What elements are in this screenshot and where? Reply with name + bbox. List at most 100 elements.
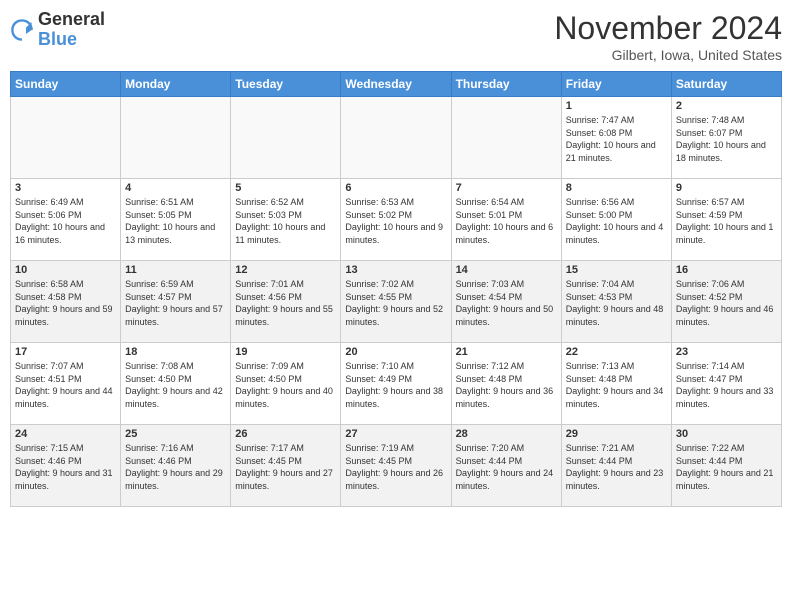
day-number: 26 [235, 428, 336, 440]
table-row: 28 Sunrise: 7:20 AM Sunset: 4:44 PM Dayli… [451, 425, 561, 507]
day-number: 19 [235, 346, 336, 358]
day-number: 15 [566, 264, 667, 276]
day-info: Sunrise: 7:13 AM Sunset: 4:48 PM Dayligh… [566, 360, 667, 410]
day-number: 22 [566, 346, 667, 358]
day-info: Sunrise: 7:03 AM Sunset: 4:54 PM Dayligh… [456, 278, 557, 328]
table-row: 2 Sunrise: 7:48 AM Sunset: 6:07 PM Daylig… [671, 97, 781, 179]
day-info: Sunrise: 7:17 AM Sunset: 4:45 PM Dayligh… [235, 442, 336, 492]
day-info: Sunrise: 7:10 AM Sunset: 4:49 PM Dayligh… [345, 360, 446, 410]
table-row: 23Sunrise: 7:14 AM Sunset: 4:47 PM Dayli… [671, 343, 781, 425]
table-row: 7 Sunrise: 6:54 AM Sunset: 5:01 PM Daylig… [451, 179, 561, 261]
day-number: 13 [345, 264, 446, 276]
col-sunday: Sunday [11, 72, 121, 97]
table-row [121, 97, 231, 179]
table-row: 20 Sunrise: 7:10 AM Sunset: 4:49 PM Dayli… [341, 343, 451, 425]
logo-icon [10, 18, 34, 42]
day-info: Sunrise: 7:21 AM Sunset: 4:44 PM Dayligh… [566, 442, 667, 492]
day-number: 6 [345, 182, 446, 194]
table-row: 8Sunrise: 6:56 AM Sunset: 5:00 PM Daylig… [561, 179, 671, 261]
day-info: Sunrise: 7:22 AM Sunset: 4:44 PM Dayligh… [676, 442, 777, 492]
table-row: 29 Sunrise: 7:21 AM Sunset: 4:44 PM Dayli… [561, 425, 671, 507]
day-info: Sunrise: 7:15 AM Sunset: 4:46 PM Dayligh… [15, 442, 116, 492]
table-row: 17Sunrise: 7:07 AM Sunset: 4:51 PM Dayli… [11, 343, 121, 425]
table-row: 13Sunrise: 7:02 AM Sunset: 4:55 PM Dayli… [341, 261, 451, 343]
day-number: 24 [15, 428, 116, 440]
table-row: 18Sunrise: 7:08 AM Sunset: 4:50 PM Dayli… [121, 343, 231, 425]
col-friday: Friday [561, 72, 671, 97]
table-row: 19 Sunrise: 7:09 AM Sunset: 4:50 PM Dayli… [231, 343, 341, 425]
day-info: Sunrise: 6:58 AM Sunset: 4:58 PM Dayligh… [15, 278, 116, 328]
day-info: Sunrise: 6:59 AM Sunset: 4:57 PM Dayligh… [125, 278, 226, 328]
page-header: General Blue November 2024 Gilbert, Iowa… [10, 10, 782, 63]
day-number: 20 [345, 346, 446, 358]
day-number: 1 [566, 100, 667, 112]
table-row: 6 Sunrise: 6:53 AM Sunset: 5:02 PM Daylig… [341, 179, 451, 261]
table-row: 30 Sunrise: 7:22 AM Sunset: 4:44 PM Dayli… [671, 425, 781, 507]
day-info: Sunrise: 6:56 AM Sunset: 5:00 PM Dayligh… [566, 196, 667, 246]
day-number: 30 [676, 428, 777, 440]
day-info: Sunrise: 7:04 AM Sunset: 4:53 PM Dayligh… [566, 278, 667, 328]
day-info: Sunrise: 7:06 AM Sunset: 4:52 PM Dayligh… [676, 278, 777, 328]
day-info: Sunrise: 7:14 AM Sunset: 4:47 PM Dayligh… [676, 360, 777, 410]
table-row: 4Sunrise: 6:51 AM Sunset: 5:05 PM Daylig… [121, 179, 231, 261]
day-number: 28 [456, 428, 557, 440]
day-info: Sunrise: 6:49 AM Sunset: 5:06 PM Dayligh… [15, 196, 116, 246]
col-tuesday: Tuesday [231, 72, 341, 97]
table-row: 27 Sunrise: 7:19 AM Sunset: 4:45 PM Dayli… [341, 425, 451, 507]
day-number: 27 [345, 428, 446, 440]
day-number: 14 [456, 264, 557, 276]
day-info: Sunrise: 7:09 AM Sunset: 4:50 PM Dayligh… [235, 360, 336, 410]
day-info: Sunrise: 7:47 AM Sunset: 6:08 PM Dayligh… [566, 114, 667, 164]
day-info: Sunrise: 6:57 AM Sunset: 4:59 PM Dayligh… [676, 196, 777, 246]
table-row [231, 97, 341, 179]
page-container: General Blue November 2024 Gilbert, Iowa… [0, 0, 792, 612]
day-info: Sunrise: 7:12 AM Sunset: 4:48 PM Dayligh… [456, 360, 557, 410]
table-row: 12Sunrise: 7:01 AM Sunset: 4:56 PM Dayli… [231, 261, 341, 343]
calendar-week-row: 3 Sunrise: 6:49 AM Sunset: 5:06 PM Daylig… [11, 179, 782, 261]
table-row: 22 Sunrise: 7:13 AM Sunset: 4:48 PM Dayli… [561, 343, 671, 425]
day-info: Sunrise: 6:51 AM Sunset: 5:05 PM Dayligh… [125, 196, 226, 246]
logo-line2: Blue [38, 30, 105, 50]
calendar-week-row: 10Sunrise: 6:58 AM Sunset: 4:58 PM Dayli… [11, 261, 782, 343]
table-row: 3 Sunrise: 6:49 AM Sunset: 5:06 PM Daylig… [11, 179, 121, 261]
day-info: Sunrise: 6:54 AM Sunset: 5:01 PM Dayligh… [456, 196, 557, 246]
day-info: Sunrise: 7:19 AM Sunset: 4:45 PM Dayligh… [345, 442, 446, 492]
logo-text: General Blue [38, 10, 105, 50]
calendar-week-row: 1 Sunrise: 7:47 AM Sunset: 6:08 PM Daylig… [11, 97, 782, 179]
table-row [451, 97, 561, 179]
day-number: 12 [235, 264, 336, 276]
day-number: 5 [235, 182, 336, 194]
day-info: Sunrise: 7:48 AM Sunset: 6:07 PM Dayligh… [676, 114, 777, 164]
title-block: November 2024 Gilbert, Iowa, United Stat… [554, 10, 782, 63]
day-info: Sunrise: 6:53 AM Sunset: 5:02 PM Dayligh… [345, 196, 446, 246]
day-number: 7 [456, 182, 557, 194]
day-number: 16 [676, 264, 777, 276]
logo: General Blue [10, 10, 105, 50]
table-row: 25Sunrise: 7:16 AM Sunset: 4:46 PM Dayli… [121, 425, 231, 507]
col-saturday: Saturday [671, 72, 781, 97]
table-row: 11 Sunrise: 6:59 AM Sunset: 4:57 PM Dayli… [121, 261, 231, 343]
day-info: Sunrise: 7:08 AM Sunset: 4:50 PM Dayligh… [125, 360, 226, 410]
table-row: 24 Sunrise: 7:15 AM Sunset: 4:46 PM Dayli… [11, 425, 121, 507]
calendar-header-row: Sunday Monday Tuesday Wednesday Thursday… [11, 72, 782, 97]
table-row [341, 97, 451, 179]
calendar-week-row: 17Sunrise: 7:07 AM Sunset: 4:51 PM Dayli… [11, 343, 782, 425]
day-info: Sunrise: 7:07 AM Sunset: 4:51 PM Dayligh… [15, 360, 116, 410]
day-info: Sunrise: 7:16 AM Sunset: 4:46 PM Dayligh… [125, 442, 226, 492]
month-title: November 2024 [554, 10, 782, 47]
table-row: 9 Sunrise: 6:57 AM Sunset: 4:59 PM Daylig… [671, 179, 781, 261]
day-number: 11 [125, 264, 226, 276]
day-number: 29 [566, 428, 667, 440]
table-row: 5 Sunrise: 6:52 AM Sunset: 5:03 PM Daylig… [231, 179, 341, 261]
table-row: 26 Sunrise: 7:17 AM Sunset: 4:45 PM Dayli… [231, 425, 341, 507]
col-wednesday: Wednesday [341, 72, 451, 97]
table-row: 1 Sunrise: 7:47 AM Sunset: 6:08 PM Daylig… [561, 97, 671, 179]
day-info: Sunrise: 7:20 AM Sunset: 4:44 PM Dayligh… [456, 442, 557, 492]
col-monday: Monday [121, 72, 231, 97]
col-thursday: Thursday [451, 72, 561, 97]
location: Gilbert, Iowa, United States [554, 47, 782, 63]
day-info: Sunrise: 6:52 AM Sunset: 5:03 PM Dayligh… [235, 196, 336, 246]
day-number: 9 [676, 182, 777, 194]
day-number: 3 [15, 182, 116, 194]
day-number: 2 [676, 100, 777, 112]
